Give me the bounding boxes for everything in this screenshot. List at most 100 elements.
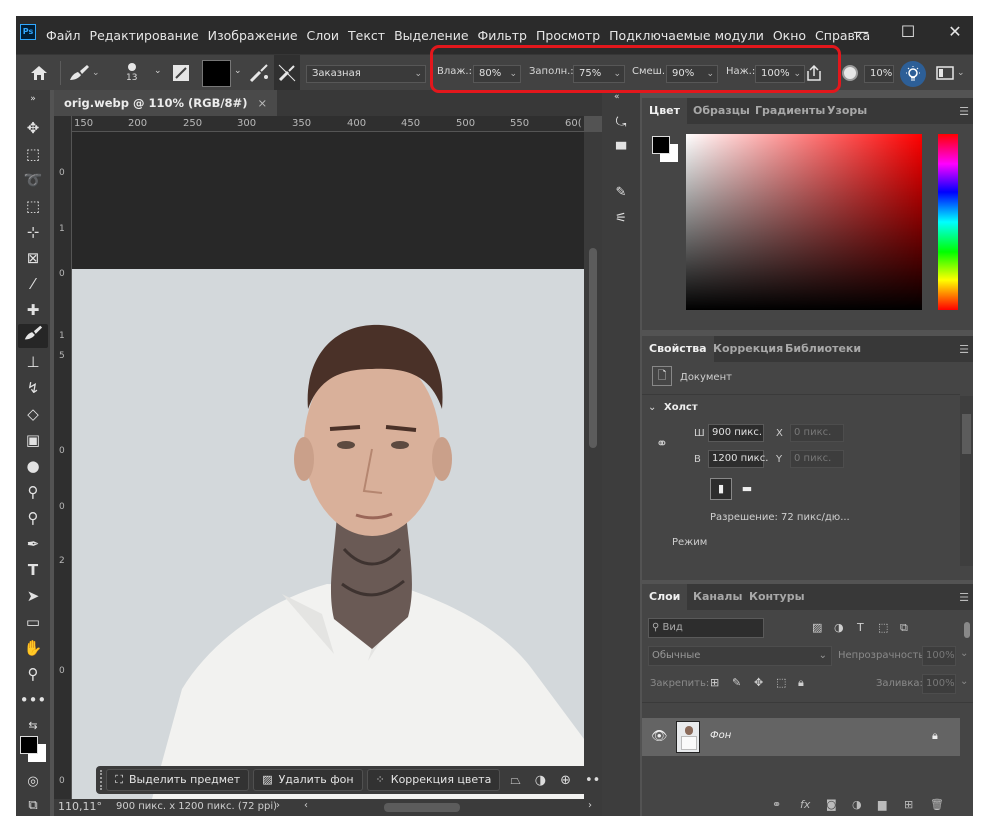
add-mask-icon[interactable]: ◙ (826, 798, 837, 811)
crop-tool-icon[interactable]: ⊹ (18, 220, 48, 244)
sample-all-layers-button[interactable] (842, 55, 858, 91)
chevron-down-icon[interactable]: ⌄ (960, 676, 968, 687)
panel-menu-icon[interactable]: ☰ (959, 105, 969, 118)
chevron-right-icon[interactable]: › (588, 800, 592, 811)
layer-row[interactable]: 👁︎ Фон 🔒︎ (642, 718, 960, 756)
home-button[interactable] (30, 55, 48, 91)
horizontal-scroll-thumb[interactable] (384, 803, 460, 812)
mixer-brush-tool-icon[interactable] (18, 324, 48, 348)
properties-scrollbar[interactable] (960, 396, 973, 566)
menu-select[interactable]: Выделение (394, 28, 468, 43)
expand-panels-icon[interactable]: « (614, 92, 620, 102)
menu-file[interactable]: Файл (46, 28, 81, 43)
tab-swatches[interactable]: Образцы (686, 98, 757, 124)
scrollbar-thumb[interactable] (589, 248, 597, 448)
lock-position-icon[interactable]: ✥ (754, 676, 763, 689)
smoothing-field[interactable]: 10% (864, 65, 894, 83)
delete-layer-icon[interactable]: 🗑︎ (930, 798, 944, 811)
marquee-tool-icon[interactable]: ⬚ (18, 142, 48, 166)
tab-color[interactable]: Цвет (642, 98, 688, 124)
brush-size-picker[interactable]: 13 (126, 55, 137, 91)
brush-settings-panel-icon[interactable]: ✎ (608, 182, 634, 204)
canvas-section-title[interactable]: Холст (664, 402, 698, 413)
menu-layers[interactable]: Слои (307, 28, 340, 43)
lightbulb-button[interactable] (900, 61, 926, 87)
fill-input[interactable]: 100% (922, 674, 956, 694)
filter-toggle[interactable] (964, 622, 970, 638)
panel-menu-icon[interactable]: ☰ (959, 591, 969, 604)
menu-window[interactable]: Окно (773, 28, 806, 43)
hue-slider[interactable] (938, 134, 958, 310)
opacity-input[interactable]: 100% (922, 646, 956, 666)
collapse-tools-icon[interactable]: » (18, 92, 48, 106)
dodge-tool-icon[interactable]: ⚲ (18, 480, 48, 504)
filter-shape-icon[interactable]: ⬚ (878, 621, 888, 634)
lock-all-icon[interactable]: 🔒︎ (798, 676, 804, 690)
select-subject-button[interactable]: ⛶ Выделить предмет (106, 769, 250, 791)
height-input[interactable]: 1200 пикс. (708, 450, 768, 468)
object-selection-tool-icon[interactable]: ⬚ (18, 194, 48, 218)
foreground-color-swatch[interactable] (20, 736, 38, 754)
transform-icon[interactable]: ⏢ (510, 773, 520, 788)
canvas-vertical-scrollbar[interactable] (584, 132, 602, 799)
document-tab[interactable]: orig.webp @ 110% (RGB/8#) × (54, 90, 278, 116)
canvas-image[interactable] (72, 269, 584, 799)
tab-properties[interactable]: Свойства (642, 336, 714, 362)
quick-mask-icon[interactable]: ◎ (18, 770, 48, 794)
portrait-orientation-icon[interactable]: ▮ (710, 478, 732, 500)
load-brush-toggle[interactable] (248, 55, 270, 91)
adjustment-layer-icon[interactable]: ◑ (852, 798, 862, 811)
scrollbar-thumb[interactable] (962, 414, 971, 454)
maximize-button[interactable]: ☐ (893, 22, 923, 42)
link-icon[interactable]: ⚭ (656, 436, 668, 452)
color-correction-button[interactable]: ⁘ Коррекция цвета (366, 769, 501, 791)
adjustment-icon[interactable]: ◑ (535, 773, 546, 788)
chevron-down-icon[interactable]: ⌄ (234, 66, 242, 76)
chevron-down-icon[interactable]: ⌄ (648, 402, 656, 413)
filter-smart-object-icon[interactable]: ⧉ (900, 621, 908, 635)
visibility-eye-icon[interactable]: 👁︎ (651, 729, 668, 744)
chevron-down-icon[interactable]: ⌄ (154, 66, 162, 76)
tab-libraries[interactable]: Библиотеки (778, 336, 868, 362)
move-tool-icon[interactable]: ✥ (18, 116, 48, 140)
chevron-right-icon[interactable]: › (276, 800, 280, 811)
mixer-brush-preset-button[interactable]: ⌄ (68, 55, 100, 91)
color-field[interactable] (686, 134, 922, 310)
new-group-icon[interactable]: ▆ (878, 798, 886, 811)
add-image-icon[interactable]: ⊕ (560, 773, 571, 788)
close-window-button[interactable]: ✕ (940, 22, 970, 42)
remove-background-button[interactable]: ▨ Удалить фон (253, 769, 363, 791)
type-tool-icon[interactable]: T (18, 558, 48, 582)
link-layers-icon[interactable]: ⚭ (772, 798, 781, 811)
tab-layers[interactable]: Слои (642, 584, 688, 610)
x-input[interactable]: 0 пикс. (790, 424, 844, 442)
zoom-level[interactable]: 110,11° (58, 800, 102, 813)
clean-brush-toggle[interactable] (274, 55, 300, 91)
history-panel-icon[interactable]: ⤿ (608, 112, 634, 134)
menu-view[interactable]: Просмотр (536, 28, 600, 43)
drag-handle-icon[interactable] (100, 770, 103, 790)
tab-patterns[interactable]: Узоры (820, 98, 874, 124)
chevron-left-icon[interactable]: ‹ (304, 800, 308, 811)
tab-paths[interactable]: Контуры (742, 584, 812, 610)
pen-tool-icon[interactable]: ✒ (18, 532, 48, 556)
eraser-tool-icon[interactable]: ◇ (18, 402, 48, 426)
healing-brush-tool-icon[interactable]: ✚ (18, 298, 48, 322)
lasso-tool-icon[interactable]: ➰ (18, 168, 48, 192)
layer-style-icon[interactable]: fx (800, 798, 810, 811)
zoom-tool-icon[interactable]: ⚲ (18, 662, 48, 686)
path-selection-tool-icon[interactable]: ➤ (18, 584, 48, 608)
eyedropper-tool-icon[interactable]: ⁄ (18, 272, 48, 296)
rectangle-tool-icon[interactable]: ▭ (18, 610, 48, 634)
width-input[interactable]: 900 пикс. (708, 424, 764, 442)
burn-tool-icon[interactable]: ⚲ (18, 506, 48, 530)
menu-plugins[interactable]: Подключаемые модули (609, 28, 764, 43)
layer-name[interactable]: Фон (710, 730, 731, 741)
color-foreground-swatch[interactable] (652, 136, 670, 154)
screen-mode-icon[interactable]: ⧉ (18, 794, 48, 816)
lock-artboard-icon[interactable]: ⬚ (776, 676, 786, 689)
frame-tool-icon[interactable]: ⊠ (18, 246, 48, 270)
blur-tool-icon[interactable]: ● (18, 454, 48, 478)
filter-adjustment-icon[interactable]: ◑ (834, 621, 844, 634)
lock-image-icon[interactable]: ✎ (732, 676, 741, 689)
